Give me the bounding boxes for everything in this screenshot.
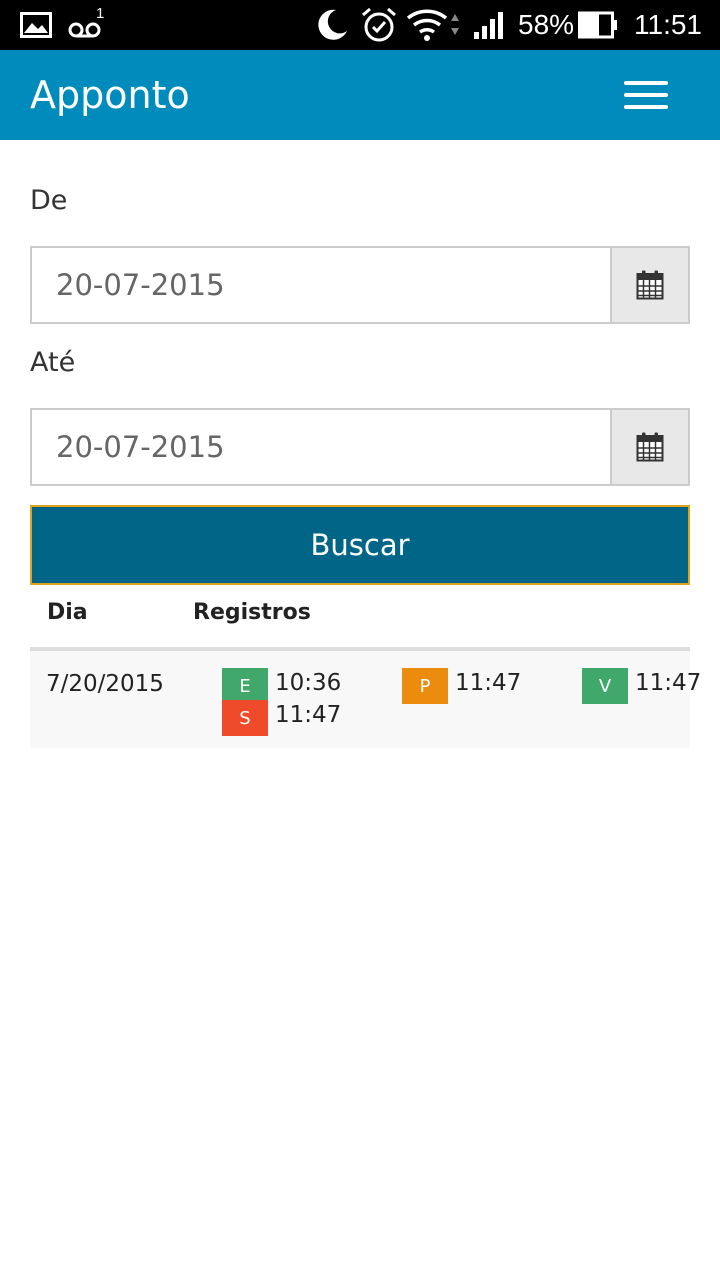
wifi-icon [406,0,464,50]
app-title: Apponto [30,73,190,117]
entry-badge-v: V [582,668,628,704]
header-dia: Dia [47,600,88,625]
from-calendar-button[interactable] [610,246,690,324]
alarm-icon [360,0,398,50]
entry-time-v: 11:47 [635,670,702,696]
entry-time-s: 11:47 [275,702,342,728]
entry-time-p: 11:47 [455,670,522,696]
to-date-group [30,408,690,486]
from-label: De [30,185,68,216]
from-date-input[interactable] [30,246,614,324]
moon-icon [314,0,350,50]
calendar-icon [636,270,664,300]
status-bar: 1 58% 11:51 [0,0,720,50]
row-day: 7/20/2015 [46,671,164,697]
menu-button[interactable] [612,70,680,120]
image-notification-icon [20,0,52,50]
to-calendar-button[interactable] [610,408,690,486]
entry-badge-s: S [222,700,268,736]
battery-icon [578,0,618,50]
cell-signal-icon [472,0,506,50]
clock: 11:51 [634,9,702,40]
table-row: 7/20/2015 E 10:36 S 11:47 P 11:47 V 11:4… [30,651,701,748]
battery-percent: 58% [518,9,575,40]
from-date-group [30,246,690,324]
app-bar: Apponto [0,50,720,140]
hamburger-menu-icon [624,81,668,85]
to-label: Até [30,347,76,378]
to-date-input[interactable] [30,408,614,486]
entry-badge-e: E [222,668,268,704]
voicemail-count: 1 [96,4,105,22]
entry-time-e: 10:36 [275,670,342,696]
search-button[interactable]: Buscar [30,505,690,585]
header-registros: Registros [193,600,311,625]
calendar-icon [636,432,664,462]
voicemail-icon: 1 [68,0,110,50]
entry-badge-p: P [402,668,448,704]
